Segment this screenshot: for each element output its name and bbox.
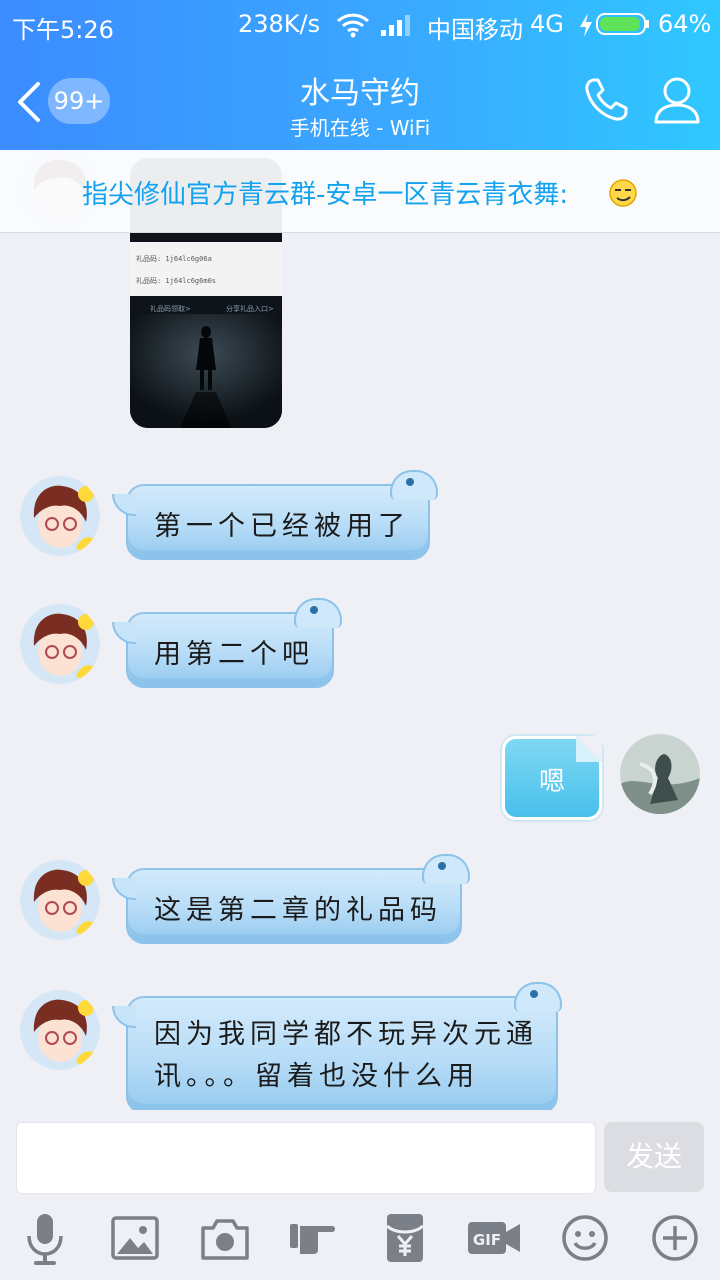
message-bubble[interactable]: 这是第二章的礼品码: [112, 854, 470, 944]
avatar[interactable]: [20, 604, 100, 684]
red-packet-icon[interactable]: [380, 1210, 430, 1266]
avatar[interactable]: [20, 476, 100, 556]
image-white-panel: [130, 242, 282, 296]
smirk-emoji-icon: [609, 179, 637, 207]
bubble-ear-decoration: [514, 982, 562, 1012]
bubble-ear-decoration: [390, 470, 438, 500]
image-link-text: 礼品码领取>: [150, 305, 191, 313]
bubble-tail: [112, 494, 136, 516]
status-network: 4G: [530, 10, 564, 38]
status-bar: 下午5:26 238K/s 中国移动 4G 64%: [0, 0, 720, 52]
message-text: 第一个已经被用了: [154, 511, 410, 542]
image-code-line: 礼品码: 1j64lc6g06a: [136, 255, 212, 263]
message-bubble[interactable]: 第一个已经被用了: [112, 470, 438, 560]
announcement-text: 指尖修仙官方青云群-安卓一区青云青衣舞:: [82, 180, 569, 210]
dark-corridor-figure: [130, 314, 282, 428]
message-input[interactable]: [16, 1122, 596, 1194]
status-speed: 238K/s: [238, 10, 321, 38]
message-text: 讯。。。留着也没什么用: [154, 1061, 479, 1092]
microphone-icon[interactable]: [20, 1210, 70, 1266]
emoji-icon[interactable]: [560, 1210, 610, 1266]
bubble-fold-corner: [576, 736, 602, 762]
image-link-text: 分享礼品入口>: [226, 305, 274, 313]
message-text: 因为我同学都不玩异次元通: [154, 1019, 538, 1050]
signal-icon: [381, 15, 410, 36]
message-text: 嗯: [538, 767, 565, 797]
my-avatar[interactable]: [620, 734, 700, 814]
bubble-ear-decoration: [422, 854, 470, 884]
image-icon[interactable]: [110, 1210, 160, 1266]
image-code-line: 礼品码: 1j64lc6g6m0s: [136, 277, 217, 285]
message-bubble[interactable]: 用第二个吧: [112, 598, 342, 688]
outgoing-message-bubble[interactable]: 嗯: [502, 736, 602, 820]
status-carrier: 中国移动: [427, 16, 523, 44]
status-time: 下午5:26: [12, 16, 114, 44]
svg-text:GIF: GIF: [473, 1231, 501, 1249]
chat-header: 下午5:26 238K/s 中国移动 4G 64% 99+ 水马守约 手机在线: [0, 0, 720, 150]
message-bubble[interactable]: 因为我同学都不玩异次元通 讯。。。留着也没什么用: [112, 982, 562, 1110]
bubble-tail: [112, 1006, 136, 1028]
bubble-tail: [112, 878, 136, 900]
battery-icon: [596, 13, 649, 35]
gif-icon[interactable]: GIF: [466, 1210, 522, 1266]
profile-icon[interactable]: [652, 74, 702, 126]
composer-bar: 发送: [0, 1110, 720, 1280]
plus-icon[interactable]: [650, 1210, 700, 1266]
camera-icon[interactable]: [200, 1210, 250, 1266]
poke-hand-icon[interactable]: [288, 1210, 344, 1266]
group-announcement-banner[interactable]: 指尖修仙官方青云群-安卓一区青云青衣舞:: [0, 150, 720, 233]
chat-area[interactable]: 指尖修仙官方青云群-安卓一区青云青衣舞: 礼品码: 1j64lc6g06a 礼品…: [0, 150, 720, 1110]
send-button[interactable]: 发送: [604, 1122, 704, 1192]
wifi-icon: [336, 13, 370, 38]
avatar[interactable]: [20, 860, 100, 940]
bubble-tail: [112, 622, 136, 644]
bubble-ear-decoration: [294, 598, 342, 628]
charging-icon: [580, 13, 592, 37]
status-battery-percent: 64%: [658, 10, 712, 38]
avatar[interactable]: [20, 990, 100, 1070]
message-text: 用第二个吧: [154, 639, 314, 670]
phone-icon[interactable]: [580, 74, 632, 126]
message-text: 这是第二章的礼品码: [154, 895, 442, 926]
